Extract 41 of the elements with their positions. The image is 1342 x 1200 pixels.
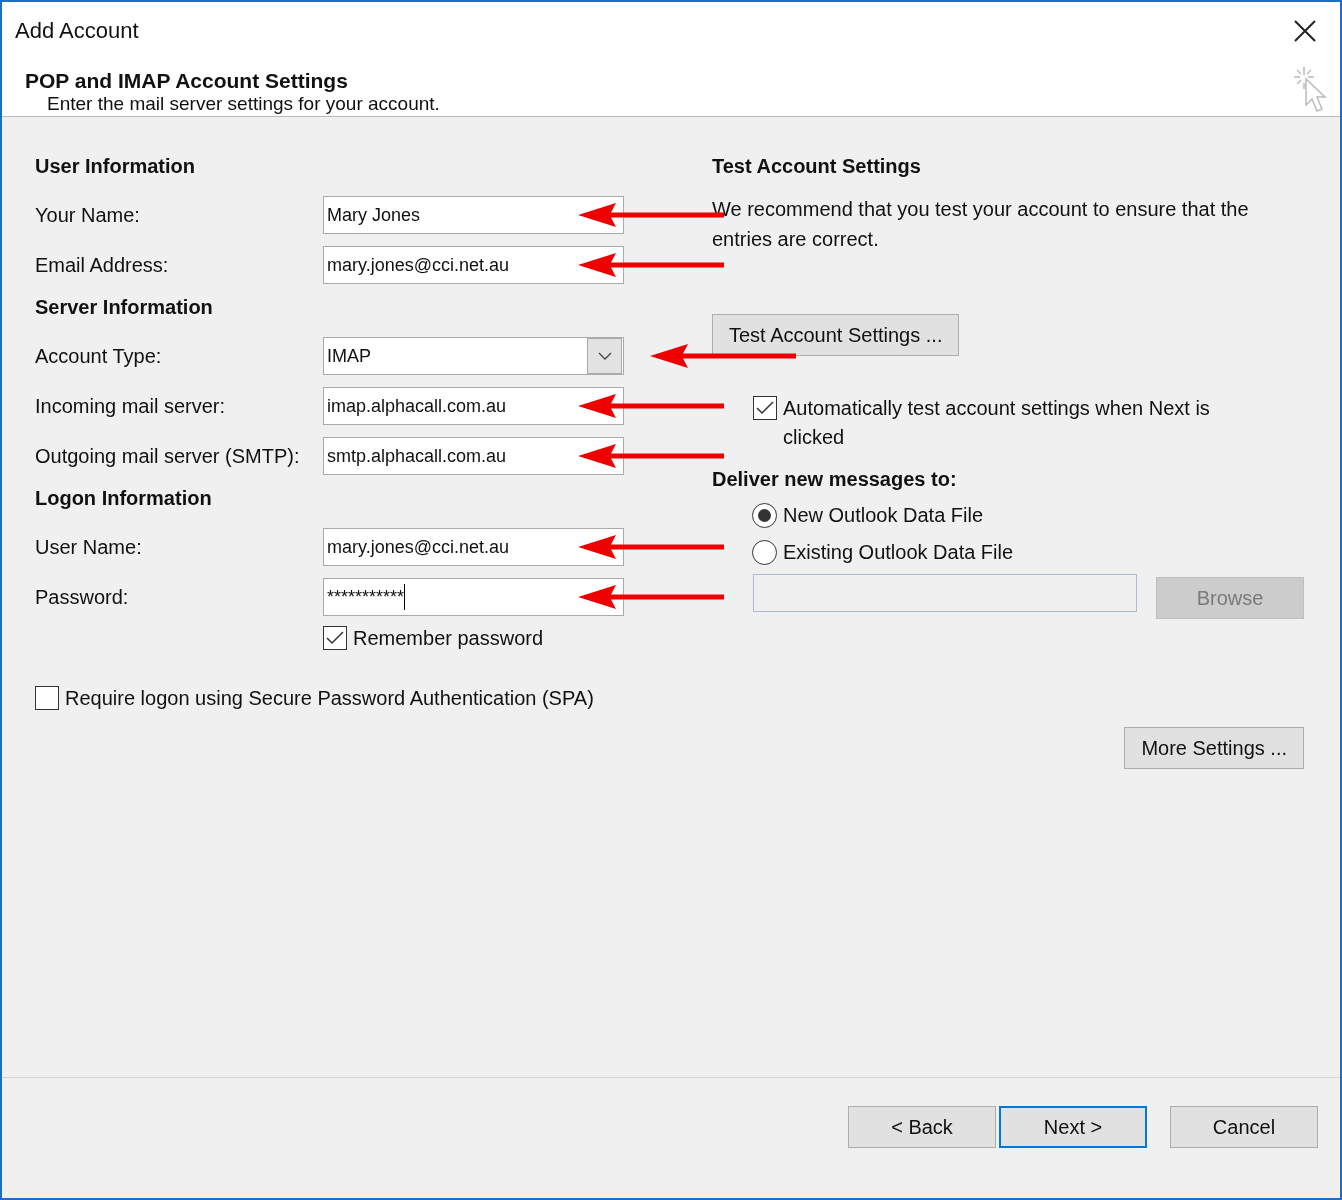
more-settings-button[interactable]: More Settings ... bbox=[1124, 727, 1304, 769]
section-heading: Deliver new messages to: bbox=[712, 468, 957, 491]
window-title: Add Account bbox=[15, 18, 139, 44]
checkbox[interactable] bbox=[753, 396, 777, 420]
radio-label[interactable]: Existing Outlook Data File bbox=[783, 541, 1014, 564]
dropdown-toggle[interactable] bbox=[587, 338, 622, 374]
checkbox-label[interactable]: Automatically test account settings when Next is clicked bbox=[783, 394, 1253, 452]
chevron-down-icon bbox=[597, 352, 612, 360]
radio-label[interactable]: New Outlook Data File bbox=[783, 504, 984, 527]
field-label: Account Type: bbox=[35, 344, 163, 368]
account-type-dropdown[interactable]: IMAP bbox=[323, 337, 624, 375]
dialog-button[interactable]: Cancel bbox=[1170, 1106, 1318, 1148]
radio-button[interactable] bbox=[752, 503, 777, 528]
checkbox[interactable] bbox=[323, 626, 347, 650]
input-field[interactable]: mary.jones@cci.net.au bbox=[323, 528, 624, 566]
dialog-button[interactable]: Next > bbox=[999, 1106, 1147, 1148]
input-field[interactable]: imap.alphacall.com.au bbox=[323, 387, 624, 425]
close-icon[interactable] bbox=[1294, 20, 1316, 42]
input-field[interactable]: mary.jones@cci.net.au bbox=[323, 246, 624, 284]
checkbox[interactable] bbox=[35, 686, 59, 710]
checkbox-label[interactable]: Require logon using Secure Password Authentication (SPA) bbox=[65, 686, 594, 710]
field-label: User Name: bbox=[35, 535, 143, 559]
section-heading: User Information bbox=[35, 155, 196, 178]
section-heading: Server Information bbox=[35, 296, 213, 319]
radio-button[interactable] bbox=[752, 540, 777, 565]
input-field[interactable]: Mary Jones bbox=[323, 196, 624, 234]
password-field[interactable]: *********** bbox=[323, 578, 624, 616]
field-label: Outgoing mail server (SMTP): bbox=[35, 444, 301, 468]
field-label: Email Address: bbox=[35, 253, 170, 277]
test-account-settings-button[interactable]: Test Account Settings ... bbox=[712, 314, 960, 356]
input-field[interactable]: smtp.alphacall.com.au bbox=[323, 437, 624, 475]
section-heading: Logon Information bbox=[35, 487, 212, 510]
field-label: Incoming mail server: bbox=[35, 394, 227, 418]
page-subtitle: Enter the mail server settings for your account. bbox=[47, 93, 440, 115]
checkbox-label[interactable]: Remember password bbox=[353, 626, 544, 650]
field-label: Your Name: bbox=[35, 203, 141, 227]
page-heading: POP and IMAP Account Settings bbox=[25, 69, 349, 93]
field-label: Password: bbox=[35, 585, 130, 609]
dialog-button[interactable]: < Back bbox=[848, 1106, 996, 1148]
section-heading: Test Account Settings bbox=[712, 155, 921, 178]
file-path-field[interactable] bbox=[753, 574, 1137, 612]
